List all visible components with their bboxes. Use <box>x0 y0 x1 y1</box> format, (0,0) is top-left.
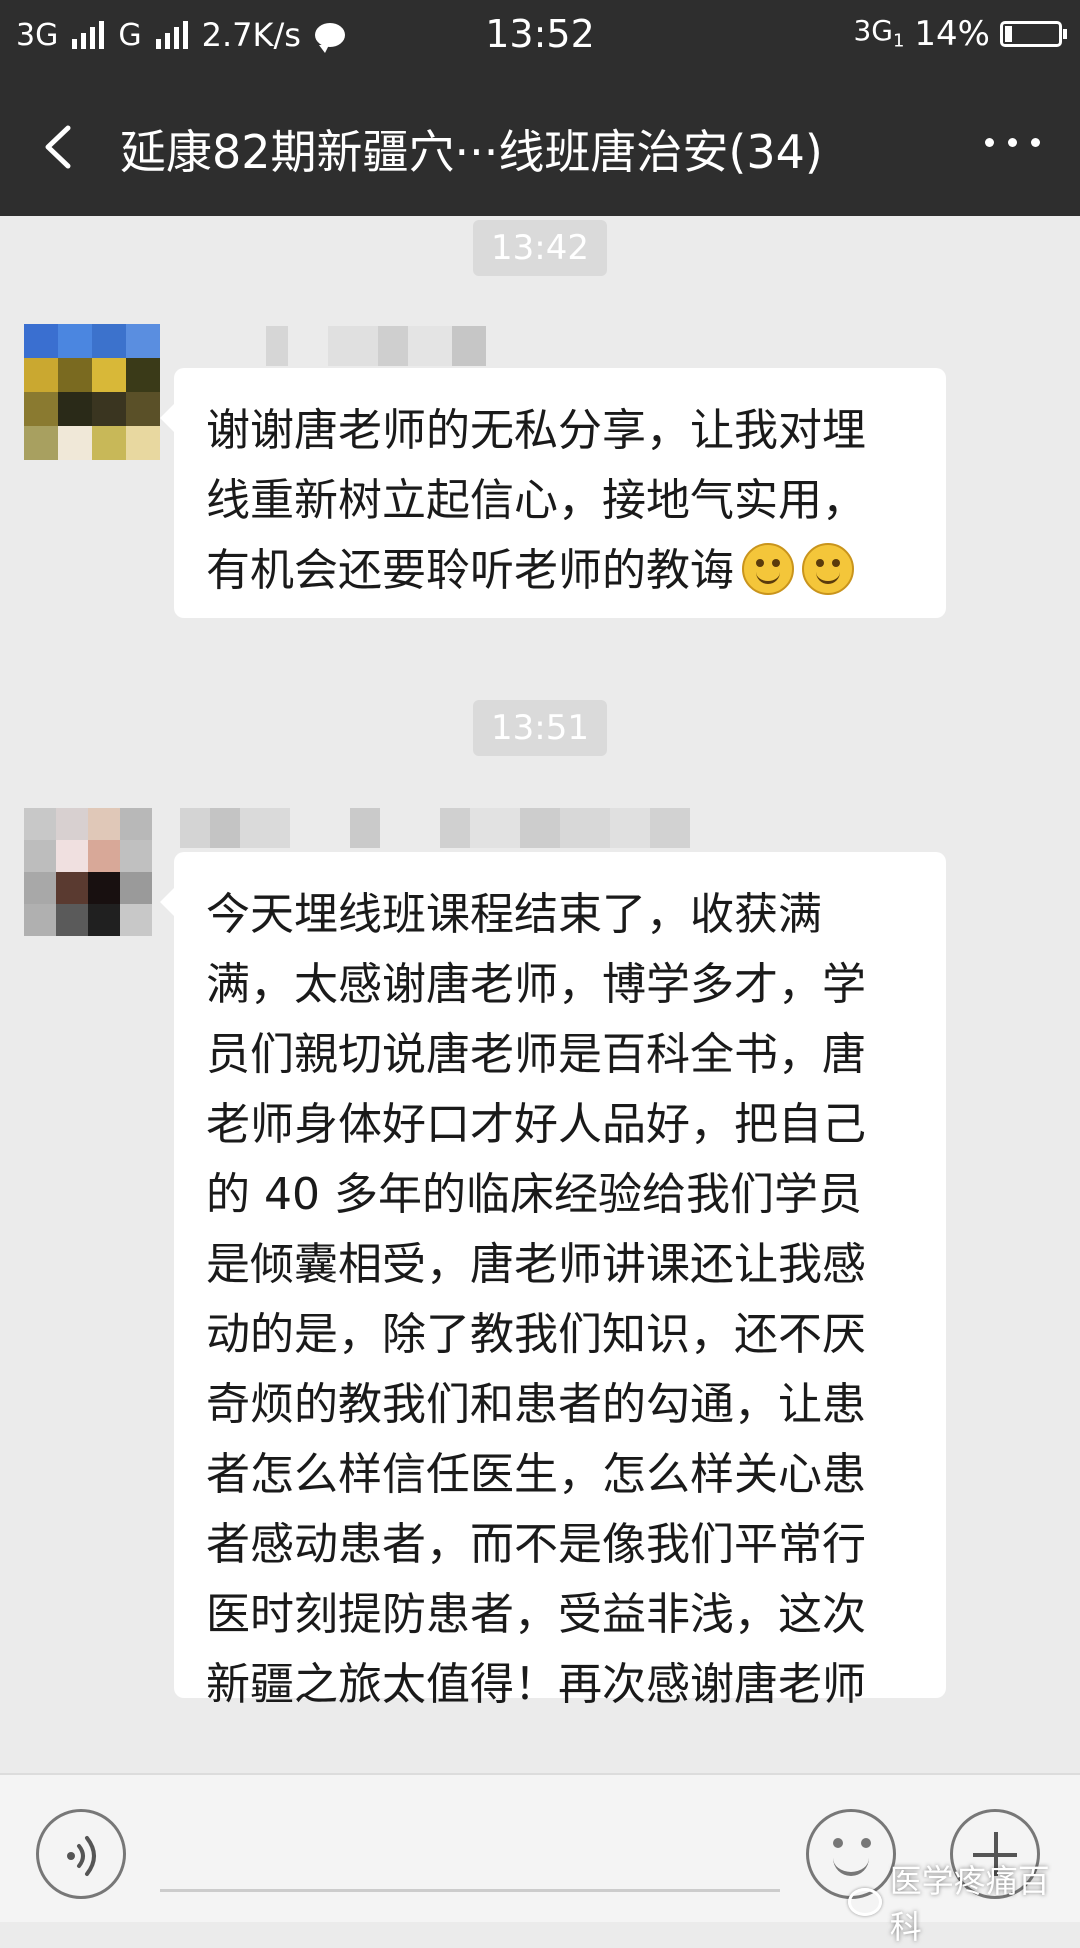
message-line: 动的是，除了教我们知识，还不厌 <box>206 1309 866 1360</box>
chevron-left-icon[interactable] <box>36 124 82 170</box>
message-line: 的 40 多年的临床经验给我们学员 <box>206 1169 862 1220</box>
emoji-icon <box>833 1838 843 1848</box>
message-line-with-emoji: 有机会还要聆听老师的教诲 <box>206 536 916 606</box>
status-bar: 3G G 2.7K/s 13:52 3G1 14% <box>0 0 1080 76</box>
message-line: 满，太感谢唐老师，博学多才，学 <box>206 959 866 1010</box>
message-line: 新疆之旅太值得！再次感谢唐老师 <box>206 1659 866 1710</box>
message-line: 老师身体好口才好人品好，把自己 <box>206 1099 866 1150</box>
message-line: 者怎么样信任医生，怎么样关心患 <box>206 1449 866 1500</box>
smiley-icon <box>802 543 854 595</box>
message-text: 有机会还要聆听老师的教诲 <box>206 545 734 596</box>
message-timestamp: 13:42 <box>473 220 607 276</box>
sender-name-redacted <box>266 326 486 366</box>
message-timestamp: 13:51 <box>473 700 607 756</box>
battery-percent: 14% <box>914 14 990 54</box>
message-line: 今天埋线班课程结束了，收获满 <box>206 889 822 940</box>
watermark: 医学疼痛百科 <box>848 1856 1080 1948</box>
message-line: 奇烦的教我们和患者的勾通，让患 <box>206 1379 866 1430</box>
voice-icon <box>67 1836 96 1876</box>
network-type-3: 3G1 <box>853 14 905 52</box>
chat-header: 延康82期新疆穴···线班唐治安(34) <box>0 76 1080 216</box>
watermark-text: 医学疼痛百科 <box>889 1862 1050 1946</box>
message-line: 医时刻提防患者，受益非浅，这次 <box>206 1589 866 1640</box>
wechat-icon <box>848 1888 882 1916</box>
avatar[interactable] <box>24 324 160 460</box>
smiley-icon <box>742 543 794 595</box>
message-bubble[interactable]: 今天埋线班课程结束了，收获满 满，太感谢唐老师，博学多才，学 员们親切说唐老师是百科… <box>160 852 946 1710</box>
sender-name-redacted <box>180 808 690 848</box>
status-right: 3G1 14% <box>853 14 1067 54</box>
message-input[interactable] <box>160 1885 780 1892</box>
battery-icon <box>1000 21 1067 47</box>
message-line: 线重新树立起信心，接地气实用， <box>206 475 866 526</box>
chat-area[interactable]: 13:42 谢谢唐老师的无私分享，让我对埋 线重新树立起信心，接地气实用， 有机… <box>0 216 1080 1773</box>
voice-button[interactable] <box>36 1809 126 1899</box>
message-line: 员们親切说唐老师是百科全书，唐 <box>206 1029 866 1080</box>
chat-title: 延康82期新疆穴···线班唐治安(34) <box>120 125 823 179</box>
battery-fill <box>1005 26 1013 42</box>
message-line: 者感动患者，而不是像我们平常行 <box>206 1519 866 1570</box>
message-line: 是倾囊相受，唐老师讲课还让我感 <box>206 1239 866 1290</box>
message-bubble[interactable]: 谢谢唐老师的无私分享，让我对埋 线重新树立起信心，接地气实用， 有机会还要聆听老… <box>160 368 946 618</box>
message-line: 谢谢唐老师的无私分享，让我对埋 <box>206 405 866 456</box>
network-sim-index: 1 <box>892 30 905 52</box>
more-dots-icon[interactable] <box>985 138 1040 147</box>
avatar[interactable] <box>24 808 152 936</box>
